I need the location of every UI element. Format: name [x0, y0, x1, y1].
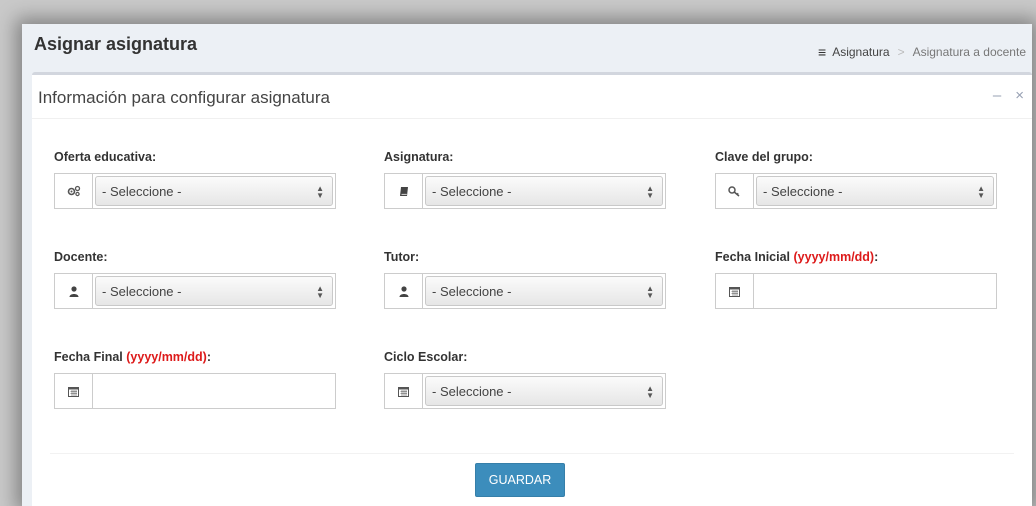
oferta-label: Oferta educativa:	[54, 150, 157, 164]
ciclo-label: Ciclo Escolar:	[384, 350, 468, 364]
field-tutor: Tutor: - Seleccione - ▲ ▼	[384, 250, 666, 309]
fecha-inicial-label: Fecha Inicial (yyyy/mm/dd):	[715, 250, 997, 265]
fecha-inicial-group	[715, 273, 997, 309]
fecha-final-group	[54, 373, 336, 409]
oferta-select-value: - Seleccione -	[102, 183, 182, 199]
calendar-icon	[716, 274, 754, 308]
select-caret-icon: ▲ ▼	[316, 284, 324, 300]
box-title: Información para configurar asignatura	[38, 88, 330, 107]
fecha-final-input[interactable]	[93, 374, 335, 408]
asignatura-label: Asignatura:	[384, 150, 454, 164]
fecha-inicial-format-hint: (yyyy/mm/dd)	[793, 250, 875, 264]
docente-select[interactable]: - Seleccione - ▲ ▼	[95, 276, 333, 306]
clave-select-value: - Seleccione -	[763, 183, 843, 199]
page-header: Asignar asignatura ≡ Asignatura > Asigna…	[22, 24, 1032, 70]
save-button[interactable]: GUARDAR	[475, 463, 565, 497]
page-title: Asignar asignatura	[34, 34, 198, 54]
select-caret-icon: ▲ ▼	[316, 184, 324, 200]
field-docente: Docente: - Seleccione - ▲ ▼	[54, 250, 336, 309]
bars-icon: ≡	[818, 44, 827, 60]
box-header: Información para configurar asignatura –…	[32, 75, 1032, 119]
fecha-inicial-label-suffix: :	[874, 250, 879, 264]
minimize-button[interactable]: –	[993, 88, 1001, 103]
docente-group: - Seleccione - ▲ ▼	[54, 273, 336, 309]
field-fecha-inicial: Fecha Inicial (yyyy/mm/dd):	[715, 250, 997, 309]
fecha-final-label: Fecha Final (yyyy/mm/dd):	[54, 350, 336, 365]
clave-group: - Seleccione - ▲ ▼	[715, 173, 997, 209]
oferta-group: - Seleccione - ▲ ▼	[54, 173, 336, 209]
field-oferta: Oferta educativa: - Seleccione - ▲ ▼	[54, 150, 336, 209]
select-caret-icon: ▲ ▼	[977, 184, 985, 200]
gears-icon	[55, 174, 93, 208]
tutor-select-value: - Seleccione -	[432, 283, 512, 299]
box-tools: – ×	[993, 88, 1024, 103]
close-button[interactable]: ×	[1015, 88, 1024, 103]
select-caret-icon: ▲ ▼	[646, 284, 654, 300]
tutor-label: Tutor:	[384, 250, 420, 264]
fecha-final-label-text: Fecha Final	[54, 350, 127, 364]
ciclo-select[interactable]: - Seleccione - ▲ ▼	[425, 376, 663, 406]
asignatura-group: - Seleccione - ▲ ▼	[384, 173, 666, 209]
tutor-group: - Seleccione - ▲ ▼	[384, 273, 666, 309]
user-icon	[55, 274, 93, 308]
fecha-final-format-hint: (yyyy/mm/dd)	[126, 350, 207, 364]
field-asignatura: Asignatura: - Seleccione - ▲ ▼	[384, 150, 666, 209]
user-icon	[385, 274, 423, 308]
field-ciclo: Ciclo Escolar: - Seleccione - ▲ ▼	[384, 350, 666, 409]
app-window: Asignar asignatura ≡ Asignatura > Asigna…	[22, 24, 1032, 506]
docente-label: Docente:	[54, 250, 108, 264]
fecha-inicial-input[interactable]	[754, 274, 996, 308]
asignatura-select-value: - Seleccione -	[432, 183, 512, 199]
field-fecha-final: Fecha Final (yyyy/mm/dd):	[54, 350, 336, 409]
clave-select[interactable]: - Seleccione - ▲ ▼	[756, 176, 994, 206]
ciclo-group: - Seleccione - ▲ ▼	[384, 373, 666, 409]
form-divider	[50, 453, 1014, 454]
clave-label: Clave del grupo:	[715, 150, 813, 164]
asignatura-select[interactable]: - Seleccione - ▲ ▼	[425, 176, 663, 206]
tutor-select[interactable]: - Seleccione - ▲ ▼	[425, 276, 663, 306]
breadcrumb-item-current: Asignatura a docente	[912, 45, 1026, 59]
docente-select-value: - Seleccione -	[102, 283, 182, 299]
breadcrumb-separator: >	[897, 45, 905, 59]
ciclo-select-value: - Seleccione -	[432, 383, 512, 399]
oferta-select[interactable]: - Seleccione - ▲ ▼	[95, 176, 333, 206]
book-icon	[385, 174, 423, 208]
key-icon	[716, 174, 754, 208]
breadcrumb-item-asignatura[interactable]: Asignatura	[832, 45, 889, 59]
fecha-final-label-suffix: :	[206, 350, 212, 364]
breadcrumb: ≡ Asignatura > Asignatura a docente	[818, 44, 1026, 60]
calendar-icon	[385, 374, 423, 408]
select-caret-icon: ▲ ▼	[646, 384, 654, 400]
fecha-inicial-label-text: Fecha Inicial	[715, 250, 794, 264]
calendar-icon	[55, 374, 93, 408]
select-caret-icon: ▲ ▼	[646, 184, 654, 200]
config-box: Información para configurar asignatura –…	[32, 72, 1032, 506]
field-clave: Clave del grupo: - Seleccione - ▲ ▼	[715, 150, 997, 209]
